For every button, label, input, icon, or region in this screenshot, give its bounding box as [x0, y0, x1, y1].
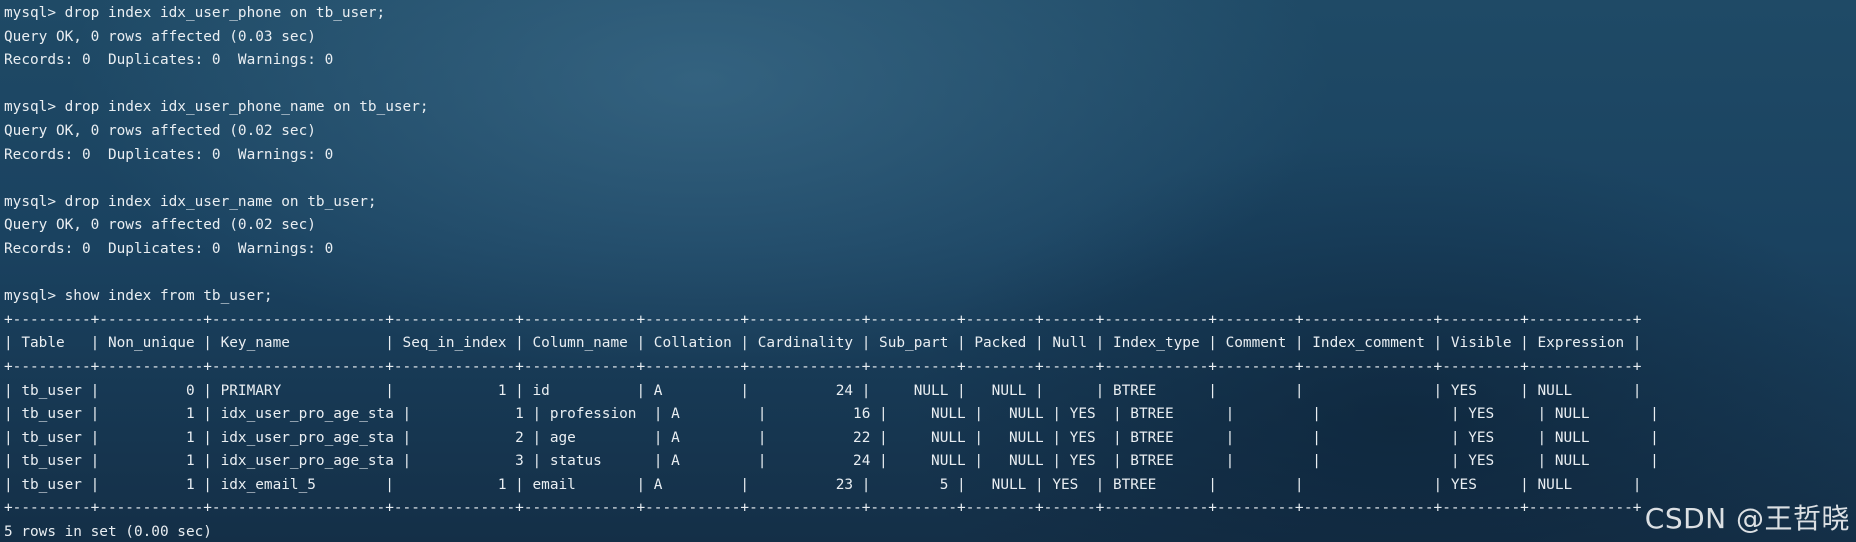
terminal-line: | tb_user | 1 | idx_user_pro_age_sta | 3…: [4, 453, 1659, 470]
terminal-line: mysql> show index from tb_user;: [4, 288, 273, 305]
terminal-line: Query OK, 0 rows affected (0.02 sec): [4, 217, 316, 234]
terminal-line: mysql> drop index idx_user_name on tb_us…: [4, 193, 377, 210]
terminal-line: Query OK, 0 rows affected (0.02 sec): [4, 122, 316, 139]
terminal-line: +---------+------------+----------------…: [4, 358, 1642, 375]
terminal-line: mysql> drop index idx_user_phone on tb_u…: [4, 5, 386, 21]
terminal-line: | tb_user | 1 | idx_user_pro_age_sta | 2…: [4, 429, 1659, 446]
terminal-line: 5 rows in set (0.00 sec): [4, 524, 212, 541]
terminal-output: mysql> drop index idx_user_phone on tb_u…: [4, 2, 1659, 542]
terminal-line: Records: 0 Duplicates: 0 Warnings: 0: [4, 52, 334, 69]
terminal-line: | Table | Non_unique | Key_name | Seq_in…: [4, 335, 1642, 352]
terminal-line: +---------+------------+----------------…: [4, 311, 1642, 328]
terminal-window[interactable]: mysql> drop index idx_user_phone on tb_u…: [0, 0, 1856, 542]
terminal-line: | tb_user | 1 | idx_user_pro_age_sta | 1…: [4, 406, 1659, 423]
terminal-line: Query OK, 0 rows affected (0.03 sec): [4, 28, 316, 45]
terminal-line: +---------+------------+----------------…: [4, 500, 1642, 517]
terminal-line: Records: 0 Duplicates: 0 Warnings: 0: [4, 240, 334, 257]
terminal-line: | tb_user | 0 | PRIMARY | 1 | id | A | 2…: [4, 382, 1642, 399]
terminal-line: Records: 0 Duplicates: 0 Warnings: 0: [4, 146, 334, 163]
watermark: CSDN @王哲晓: [1644, 502, 1850, 535]
terminal-line: | tb_user | 1 | idx_email_5 | 1 | email …: [4, 476, 1642, 493]
terminal-line: mysql> drop index idx_user_phone_name on…: [4, 99, 429, 116]
